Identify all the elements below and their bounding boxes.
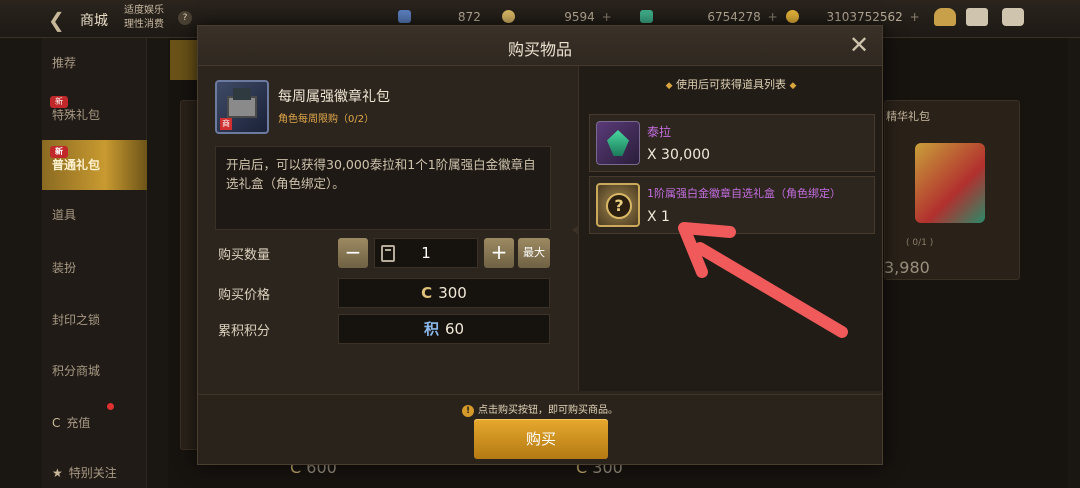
annotation-arrow [678, 222, 848, 338]
